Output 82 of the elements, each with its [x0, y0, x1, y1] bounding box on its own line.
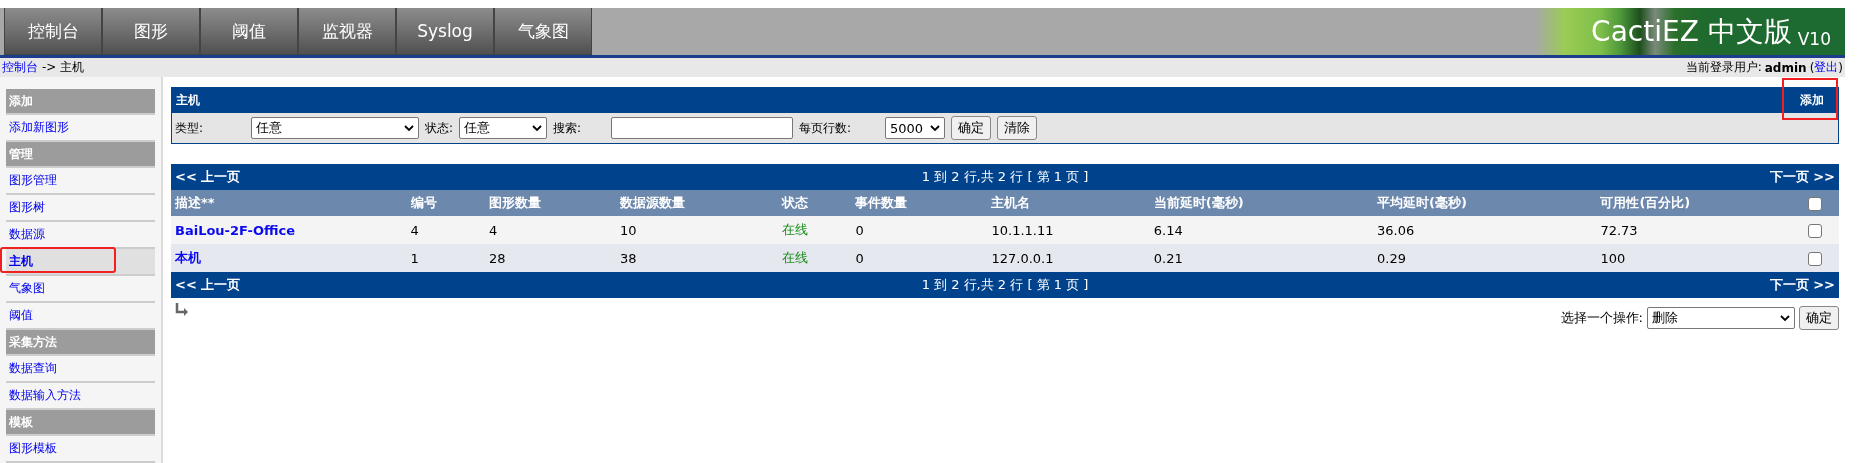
action-go-button[interactable]: 确定: [1799, 306, 1839, 330]
logo-title: CactiEZ 中文版: [1591, 13, 1792, 50]
column-header: 状态: [778, 190, 852, 216]
table-cell: 100: [1596, 244, 1804, 272]
sidebar-item[interactable]: 图形模板: [6, 436, 155, 463]
column-header: 数据源数量: [615, 190, 779, 216]
nav-tab[interactable]: 气象图: [494, 8, 592, 55]
table-cell: 4: [485, 216, 616, 244]
username: admin: [1764, 60, 1807, 75]
column-header: 平均延时(毫秒): [1373, 190, 1597, 216]
column-header: 编号: [406, 190, 486, 216]
host-link[interactable]: 本机: [175, 250, 201, 265]
column-header: 图形数量: [485, 190, 616, 216]
sidebar-item[interactable]: 图形树: [6, 195, 155, 222]
nav-tab[interactable]: 监视器: [298, 8, 396, 55]
breadcrumb-current: -> 主机: [42, 59, 85, 76]
login-label: 当前登录用户:: [1685, 59, 1762, 76]
column-header: 主机名: [987, 190, 1150, 216]
table-cell: 10: [615, 216, 779, 244]
go-button[interactable]: 确定: [951, 116, 992, 140]
status-label: 状态:: [425, 119, 454, 137]
paren-close: ): [1838, 60, 1843, 75]
table-cell: 0.29: [1373, 244, 1597, 272]
table-cell: 0.21: [1149, 244, 1374, 272]
sidebar-item[interactable]: 数据查询: [6, 356, 155, 383]
add-link[interactable]: 添加: [1794, 88, 1830, 113]
sidebar-item[interactable]: 气象图: [6, 276, 155, 303]
checkbox[interactable]: [1808, 196, 1822, 211]
type-select[interactable]: 任意: [251, 117, 419, 139]
next-page-link[interactable]: 下一页 >>: [1769, 168, 1835, 186]
caret-icon: [930, 125, 941, 131]
sidebar-item[interactable]: 图形管理: [6, 168, 155, 195]
caret-icon: [532, 125, 543, 131]
search-label: 搜索:: [553, 119, 583, 137]
table-cell: 28: [485, 244, 616, 272]
logo-version: V10: [1797, 28, 1831, 49]
sidebar-header: 模板: [6, 410, 155, 436]
table-cell: 0: [851, 244, 988, 272]
nav-tab[interactable]: Syslog: [396, 8, 494, 55]
action-label: 选择一个操作:: [1560, 309, 1643, 327]
clear-button[interactable]: 清除: [997, 116, 1038, 140]
column-header: 可用性(百分比): [1596, 190, 1804, 216]
nav-tab[interactable]: 控制台: [4, 8, 102, 55]
page-info: 1 到 2 行,共 2 行 [ 第 1 页 ]: [921, 168, 1089, 186]
previous-page-link[interactable]: << 上一页: [175, 276, 241, 294]
search-field[interactable]: [611, 117, 794, 139]
table-cell: 127.0.0.1: [987, 244, 1150, 272]
caret-icon: [1780, 315, 1790, 321]
sidebar-header: 添加: [6, 89, 155, 115]
breadcrumb-link[interactable]: 控制台: [2, 59, 38, 76]
column-header: 描述**: [171, 190, 407, 216]
next-page-link[interactable]: 下一页 >>: [1769, 276, 1835, 294]
table-cell: 10.1.1.11: [987, 216, 1150, 244]
logout-link[interactable]: 登出: [1814, 59, 1839, 76]
rows-label: 每页行数:: [799, 119, 853, 137]
paren-open: (: [1809, 60, 1815, 75]
page-info: 1 到 2 行,共 2 行 [ 第 1 页 ]: [921, 276, 1089, 294]
column-header: 当前延时(毫秒): [1149, 190, 1374, 216]
status-cell: 在线: [778, 216, 852, 244]
table-cell: 36.06: [1373, 216, 1597, 244]
status-cell: 在线: [778, 244, 852, 272]
table-cell: 72.73: [1596, 216, 1804, 244]
table-cell: 0: [851, 216, 988, 244]
action-select[interactable]: 删除: [1647, 307, 1795, 329]
checkbox[interactable]: [1808, 251, 1822, 266]
nav-tab[interactable]: 阈值: [200, 8, 298, 55]
table-cell: 1: [406, 244, 486, 272]
caret-icon: [404, 125, 414, 131]
checkbox[interactable]: [1808, 223, 1822, 238]
table-cell: 4: [406, 216, 486, 244]
table-cell: 38: [615, 244, 779, 272]
rows-select[interactable]: 5000: [885, 117, 946, 139]
table-cell: 6.14: [1149, 216, 1374, 244]
previous-page-link[interactable]: << 上一页: [175, 168, 241, 186]
type-label: 类型:: [175, 119, 205, 137]
corner-arrow-icon: [175, 302, 189, 316]
sidebar-header: 采集方法: [6, 330, 155, 356]
panel-title: 主机: [176, 92, 200, 109]
sidebar-header: 管理: [6, 142, 155, 168]
column-header: 事件数量: [851, 190, 988, 216]
nav-tab[interactable]: 图形: [102, 8, 200, 55]
status-select[interactable]: 任意: [459, 117, 548, 139]
